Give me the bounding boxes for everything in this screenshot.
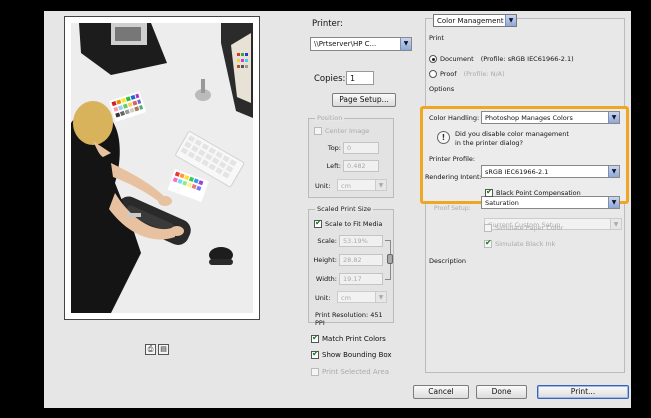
document-radio[interactable]	[429, 55, 437, 63]
description-label: Description	[429, 257, 467, 265]
chevron-down-icon: ▼	[375, 180, 386, 190]
position-unit-label: Unit:	[315, 182, 331, 190]
scale-to-fit-checkbox[interactable]	[314, 218, 322, 228]
width-input[interactable]: 19.17	[339, 273, 383, 285]
cancel-button[interactable]: Cancel	[413, 385, 469, 399]
print-selected-area-row: Print Selected Area	[311, 368, 389, 376]
printer-profile-label: Printer Profile:	[429, 155, 476, 163]
position-title: Position	[315, 114, 345, 122]
preview-photo-image	[71, 23, 253, 313]
chevron-down-icon: ▼	[608, 112, 619, 123]
bpc-row: Black Point Compensation	[485, 187, 581, 197]
copies-input[interactable]: 1	[346, 71, 374, 85]
scale-unit-value: cm	[341, 294, 351, 302]
simulate-ink-label: Simulate Black Ink	[495, 240, 556, 248]
scaled-print-size-group: Scaled Print Size Scale to Fit Media Sca…	[308, 205, 394, 327]
show-bounding-box-label: Show Bounding Box	[322, 351, 392, 359]
proof-profile-text: (Profile: N/A)	[463, 70, 505, 78]
scale-to-fit-row: Scale to Fit Media	[314, 218, 383, 228]
print-preview	[64, 16, 260, 320]
match-print-colors-label: Match Print Colors	[322, 335, 386, 343]
print-section-label: Print	[429, 34, 444, 42]
section-select-value: Color Management	[437, 17, 504, 25]
center-image-label: Center Image	[325, 127, 370, 135]
document-profile-text: (Profile: sRGB IEC61966-2.1)	[480, 55, 574, 63]
link-icon[interactable]	[387, 254, 393, 264]
bpc-label: Black Point Compensation	[496, 189, 581, 197]
height-input[interactable]: 28.82	[339, 254, 383, 266]
chevron-down-icon: ▼	[608, 166, 619, 177]
print-dialog: ⎙ ▤ Printer: \\Prtserver\HP C... ▼ Copie…	[44, 11, 631, 408]
bpc-checkbox[interactable]	[485, 187, 493, 197]
chevron-down-icon: ▼	[610, 219, 621, 229]
simulate-paper-label: Simulate Paper Color	[495, 224, 564, 232]
proof-radio-label: Proof	[440, 70, 457, 78]
preview-photo	[71, 23, 253, 313]
scale-unit-label: Unit:	[315, 294, 331, 302]
position-unit-value: cm	[341, 182, 351, 190]
copies-label: Copies:	[314, 74, 346, 84]
scale-input[interactable]: 53.19%	[339, 235, 383, 247]
chevron-down-icon: ▼	[505, 15, 516, 26]
simulate-ink-checkbox[interactable]	[484, 238, 492, 248]
print-button[interactable]: Print...	[537, 385, 629, 399]
scale-to-fit-label: Scale to Fit Media	[325, 220, 383, 228]
top-input[interactable]: 0	[343, 142, 379, 154]
printer-select-value: \\Prtserver\HP C...	[314, 40, 377, 48]
rendering-intent-label: Rendering Intent:	[425, 173, 482, 181]
scale-label: Scale:	[317, 237, 337, 245]
color-settings-highlight: Color Handling: Photoshop Manages Colors…	[420, 106, 629, 209]
printer-label: Printer:	[312, 19, 343, 29]
left-label: Left:	[326, 162, 341, 170]
printer-profile-select[interactable]: sRGB IEC61966-2.1 ▼	[481, 165, 620, 178]
chevron-down-icon: ▼	[375, 292, 386, 302]
center-image-checkbox[interactable]	[314, 127, 322, 135]
printer-select[interactable]: \\Prtserver\HP C... ▼	[310, 37, 412, 51]
position-unit-select[interactable]: cm ▼	[337, 179, 387, 191]
show-bounding-box-row: Show Bounding Box	[311, 349, 392, 359]
preview-view-right-icon[interactable]: ▤	[158, 344, 169, 355]
scaled-print-size-title: Scaled Print Size	[315, 205, 374, 213]
printer-profile-value: sRGB IEC61966-2.1	[485, 168, 549, 176]
page-setup-button[interactable]: Page Setup...	[332, 93, 396, 107]
height-label: Height:	[313, 256, 337, 264]
simulate-paper-checkbox[interactable]	[484, 224, 492, 232]
match-print-colors-checkbox[interactable]	[311, 333, 319, 343]
document-radio-row: Document (Profile: sRGB IEC61966-2.1)	[429, 55, 574, 63]
proof-setup-label: Proof Setup:	[434, 205, 471, 212]
preview-view-icons: ⎙ ▤	[145, 344, 169, 355]
center-image-row: Center Image	[314, 127, 369, 135]
left-input[interactable]: 0.482	[343, 160, 379, 172]
position-group: Position Center Image Top: 0 Left: 0.482…	[308, 114, 394, 198]
color-handling-value: Photoshop Manages Colors	[485, 114, 573, 122]
warning-info-icon: !	[437, 131, 450, 144]
top-label: Top:	[327, 144, 341, 152]
chevron-down-icon: ▼	[608, 197, 619, 208]
rendering-intent-select[interactable]: Saturation ▼	[481, 196, 620, 209]
options-section-label: Options	[429, 85, 455, 93]
warning-line-1: Did you disable color management	[455, 130, 569, 138]
warning-line-2: in the printer dialog?	[455, 139, 524, 147]
preview-view-left-icon[interactable]: ⎙	[145, 344, 156, 355]
document-radio-label: Document	[440, 55, 474, 63]
width-label: Width:	[315, 275, 337, 283]
scale-unit-select[interactable]: cm ▼	[337, 291, 387, 303]
rendering-intent-value: Saturation	[485, 199, 519, 207]
print-selected-area-checkbox[interactable]	[311, 368, 319, 376]
proof-radio-row: Proof (Profile: N/A)	[429, 70, 505, 78]
done-button[interactable]: Done	[476, 385, 527, 399]
show-bounding-box-checkbox[interactable]	[311, 349, 319, 359]
simulate-paper-row: Simulate Paper Color	[484, 224, 563, 232]
section-select[interactable]: Color Management ▼	[433, 14, 517, 27]
proof-radio[interactable]	[429, 70, 437, 78]
print-resolution-text: Print Resolution: 451 PPI	[315, 311, 383, 327]
chevron-down-icon: ▼	[400, 38, 411, 50]
simulate-ink-row: Simulate Black Ink	[484, 238, 556, 248]
match-print-colors-row: Match Print Colors	[311, 333, 386, 343]
print-selected-area-label: Print Selected Area	[322, 368, 390, 376]
color-handling-label: Color Handling:	[429, 114, 480, 122]
color-handling-select[interactable]: Photoshop Manages Colors ▼	[481, 111, 620, 124]
